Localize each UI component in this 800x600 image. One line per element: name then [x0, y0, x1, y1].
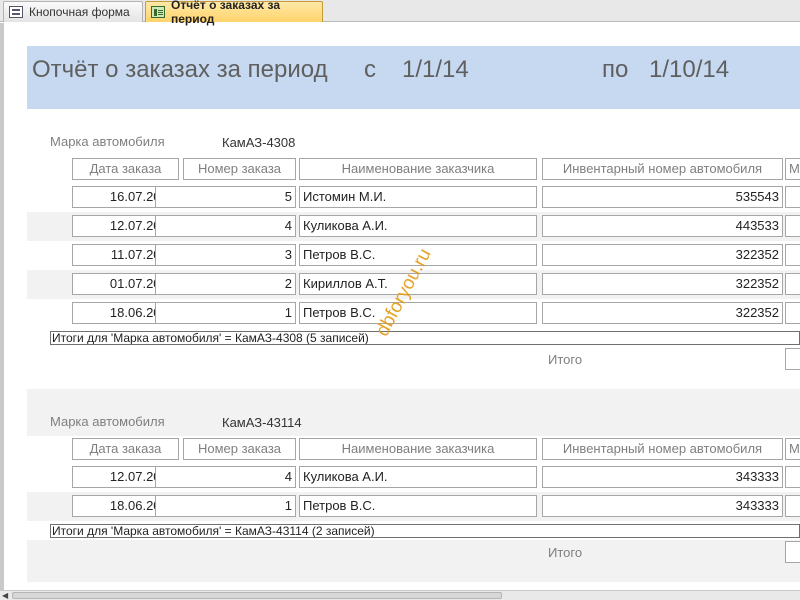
to-date: 1/10/14	[649, 56, 730, 83]
object-tab-bar: Кнопочная форма Отчёт о заказах за перио…	[0, 0, 800, 26]
order-number-cell: 4	[155, 466, 296, 488]
report-title: Отчёт о заказах за период	[32, 56, 328, 83]
from-date: 1/1/14	[402, 56, 469, 83]
header-inventory-number: Инвентарный номер автомобиля	[542, 438, 783, 460]
to-label: по	[602, 56, 629, 83]
tab-orders-report[interactable]: Отчёт о заказах за период	[145, 0, 323, 26]
group-value-car-brand: КамАЗ-4308	[222, 135, 296, 150]
customer-cell: Петров В.С.	[299, 495, 537, 517]
header-order-date: Дата заказа	[72, 438, 179, 460]
tab-switchboard-form[interactable]: Кнопочная форма	[3, 1, 143, 22]
order-number-cell: 2	[155, 273, 296, 295]
scroll-left-arrow-icon[interactable]: ◀	[2, 592, 10, 600]
scrollbar-thumb[interactable]	[12, 592, 502, 599]
tab-label: Отчёт о заказах за период	[171, 0, 281, 26]
inventory-number-cell: 322352	[542, 273, 783, 295]
total-label: Итого	[548, 545, 583, 560]
extra-cell	[785, 495, 800, 517]
customer-cell: Куликова А.И.	[299, 215, 537, 237]
group-label-car-brand: Марка автомобиля	[50, 414, 165, 429]
order-number-cell: 1	[155, 495, 296, 517]
group-summary: Итоги для 'Марка автомобиля' = КамАЗ-431…	[50, 524, 800, 538]
order-number-cell: 1	[155, 302, 296, 324]
order-number-cell: 4	[155, 215, 296, 237]
inventory-number-cell: 343333	[542, 466, 783, 488]
header-extra-column: М	[785, 158, 800, 180]
header-order-date: Дата заказа	[72, 158, 179, 180]
customer-cell: Куликова А.И.	[299, 466, 537, 488]
tab-label: Кнопочная форма	[29, 5, 130, 19]
total-value-box	[785, 541, 800, 563]
inventory-number-cell: 443533	[542, 215, 783, 237]
order-number-cell: 3	[155, 244, 296, 266]
header-order-number: Номер заказа	[183, 158, 296, 180]
extra-cell	[785, 302, 800, 324]
header-customer-name: Наименование заказчика	[299, 438, 537, 460]
extra-cell	[785, 273, 800, 295]
inventory-number-cell: 343333	[542, 495, 783, 517]
report-header: Отчёт о заказах за период с 1/1/14 по 1/…	[27, 46, 800, 109]
horizontal-scrollbar[interactable]: ◀	[0, 590, 800, 600]
extra-cell	[785, 466, 800, 488]
header-extra-column: М	[785, 438, 800, 460]
group-footer-band	[27, 540, 800, 582]
extra-cell	[785, 244, 800, 266]
group-label-car-brand: Марка автомобиля	[50, 134, 165, 149]
customer-cell: Петров В.С.	[299, 302, 537, 324]
inventory-number-cell: 322352	[542, 302, 783, 324]
inventory-number-cell: 322352	[542, 244, 783, 266]
report-icon	[151, 6, 165, 18]
extra-cell	[785, 215, 800, 237]
group-value-car-brand: КамАЗ-43114	[222, 415, 302, 430]
customer-cell: Истомин М.И.	[299, 186, 537, 208]
inventory-number-cell: 535543	[542, 186, 783, 208]
header-customer-name: Наименование заказчика	[299, 158, 537, 180]
document-left-border	[0, 23, 4, 590]
header-inventory-number: Инвентарный номер автомобиля	[542, 158, 783, 180]
extra-cell	[785, 186, 800, 208]
from-label: с	[364, 56, 376, 83]
total-label: Итого	[548, 352, 583, 367]
group-summary: Итоги для 'Марка автомобиля' = КамАЗ-430…	[50, 331, 800, 345]
total-value-box	[785, 348, 800, 370]
header-order-number: Номер заказа	[183, 438, 296, 460]
form-icon	[9, 6, 23, 18]
order-number-cell: 5	[155, 186, 296, 208]
